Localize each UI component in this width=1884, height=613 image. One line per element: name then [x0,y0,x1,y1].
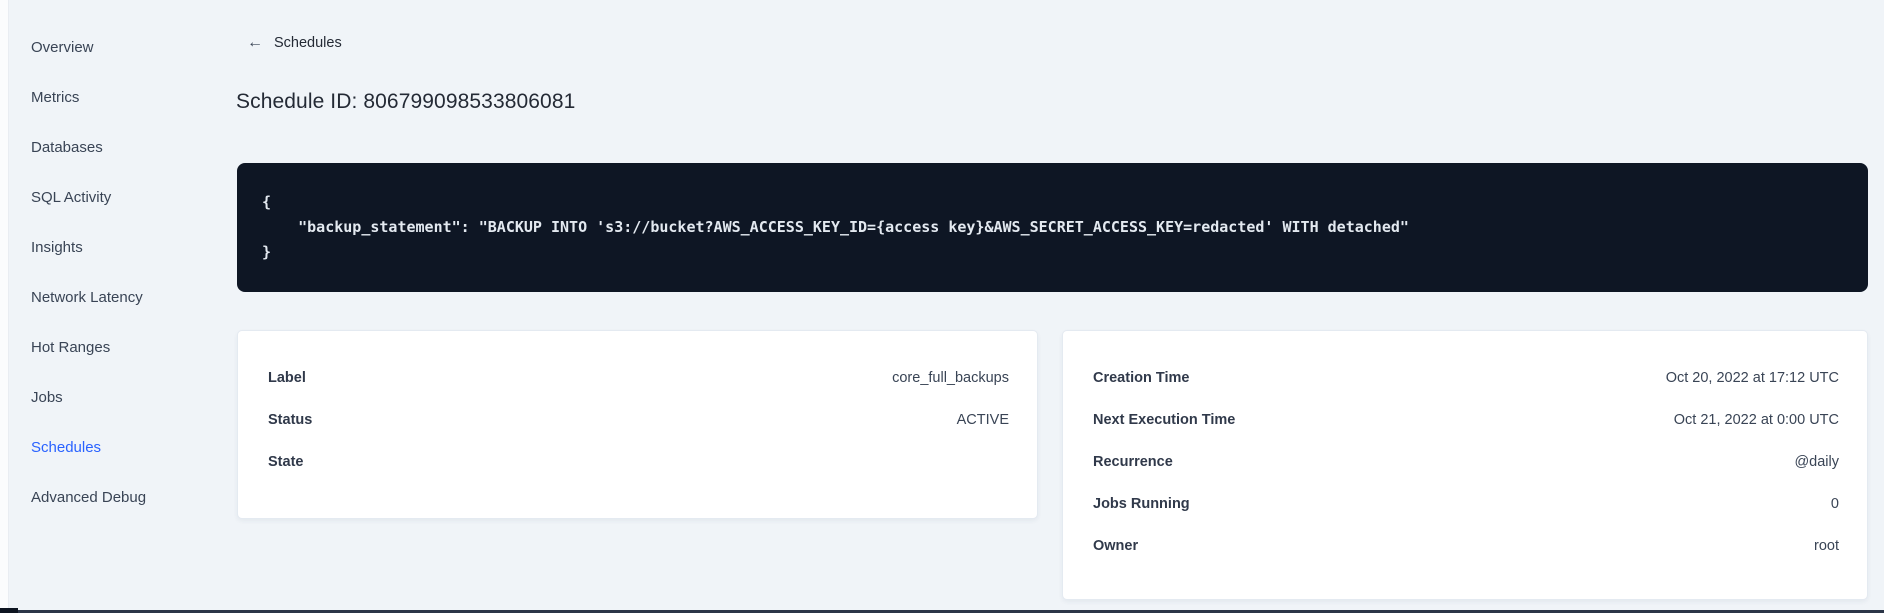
row-value: @daily [1794,454,1839,470]
code-line: "backup_statement": "BACKUP INTO 's3://b… [262,218,1409,236]
row-value: Oct 20, 2022 at 17:12 UTC [1665,370,1839,386]
schedule-statement-code-block: { "backup_statement": "BACKUP INTO 's3:/… [237,163,1868,292]
schedule-details-card: Creation Time Oct 20, 2022 at 17:12 UTC … [1062,330,1868,600]
row-label: State [268,454,304,470]
row-label: Label [268,370,306,386]
row-value: core_full_backups [892,370,1009,386]
details-row-recurrence: Recurrence @daily [1093,441,1839,483]
main-content: ← Schedules Schedule ID: 806799098533806… [192,0,1884,613]
sidebar: Overview Metrics Databases SQL Activity … [0,23,192,523]
row-value: Oct 21, 2022 at 0:00 UTC [1673,412,1839,428]
sidebar-item-metrics[interactable]: Metrics [0,73,192,123]
row-label: Jobs Running [1093,496,1190,512]
details-row-next-execution-time: Next Execution Time Oct 21, 2022 at 0:00… [1093,399,1839,441]
row-label: Status [268,412,313,428]
bottom-left-notch [0,608,18,613]
sidebar-item-insights[interactable]: Insights [0,223,192,273]
row-label: Recurrence [1093,454,1173,470]
sidebar-item-network-latency[interactable]: Network Latency [0,273,192,323]
sidebar-item-schedules[interactable]: Schedules [0,423,192,473]
summary-row-status: Status ACTIVE [268,399,1009,441]
code-line: } [262,243,272,261]
sidebar-item-overview[interactable]: Overview [0,23,192,73]
sidebar-item-databases[interactable]: Databases [0,123,192,173]
details-row-jobs-running: Jobs Running 0 [1093,483,1839,525]
code-line: { [262,193,272,211]
schedule-summary-card: Label core_full_backups Status ACTIVE St… [237,330,1038,519]
details-row-owner: Owner root [1093,525,1839,567]
back-to-schedules-link[interactable]: ← Schedules [247,34,342,52]
details-row-creation-time: Creation Time Oct 20, 2022 at 17:12 UTC [1093,357,1839,399]
page-title: Schedule ID: 806799098533806081 [236,90,576,113]
back-link-label: Schedules [274,35,342,51]
row-value: 0 [1830,496,1839,512]
row-value: root [1814,538,1839,554]
back-arrow-icon: ← [247,34,263,51]
sidebar-item-jobs[interactable]: Jobs [0,373,192,423]
row-label: Next Execution Time [1093,412,1236,428]
row-label: Owner [1093,538,1139,554]
row-value: ACTIVE [956,412,1009,428]
summary-row-label: Label core_full_backups [268,357,1009,399]
row-label: Creation Time [1093,370,1190,386]
sidebar-item-advanced-debug[interactable]: Advanced Debug [0,473,192,523]
summary-row-state: State [268,441,1009,483]
sidebar-item-sql-activity[interactable]: SQL Activity [0,173,192,223]
sidebar-item-hot-ranges[interactable]: Hot Ranges [0,323,192,373]
